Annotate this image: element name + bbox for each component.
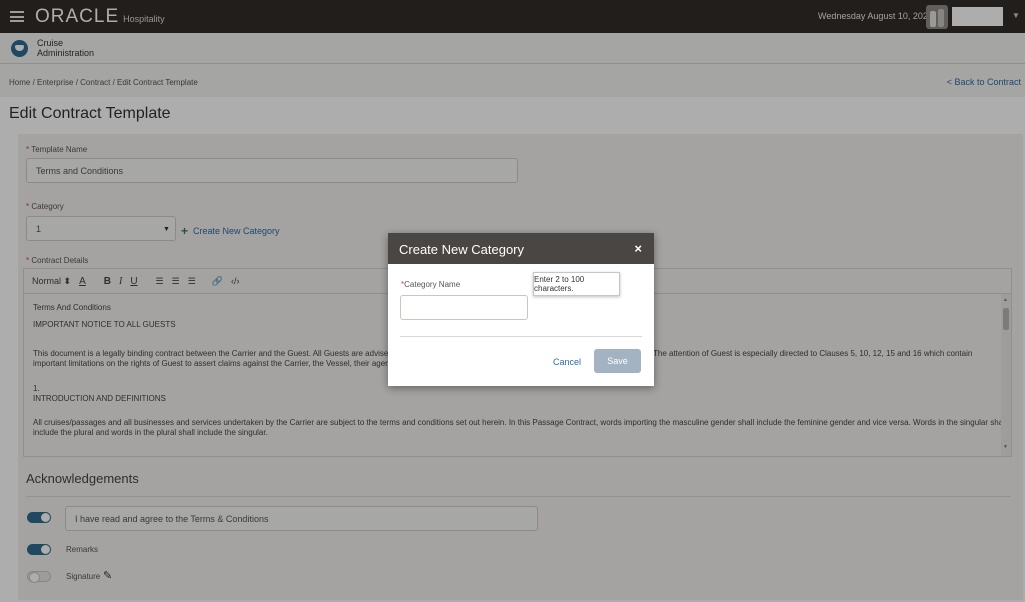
validation-tooltip: Enter 2 to 100 characters. [533, 272, 620, 296]
category-name-label: *Category Name [401, 280, 461, 289]
category-name-input[interactable] [400, 295, 528, 320]
save-button[interactable]: Save [594, 349, 641, 373]
create-category-dialog: Create New Category × *Category Name Ent… [388, 233, 654, 386]
dialog-header: Create New Category × [388, 233, 654, 264]
dialog-divider [400, 336, 642, 337]
dialog-title: Create New Category [399, 242, 524, 257]
close-icon[interactable]: × [634, 241, 642, 256]
cancel-button[interactable]: Cancel [553, 357, 581, 367]
